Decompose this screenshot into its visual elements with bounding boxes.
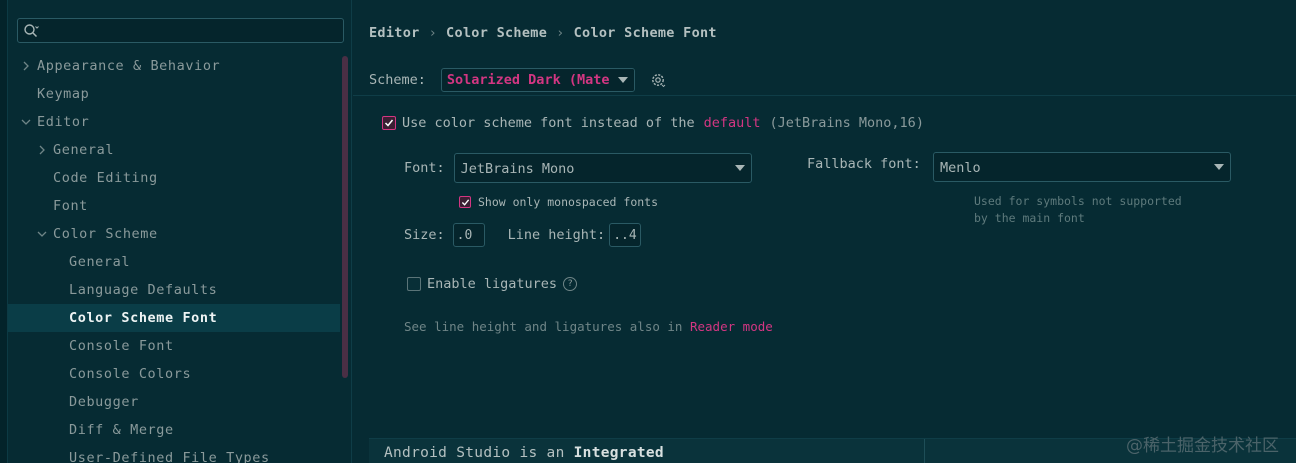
chevron-down-icon[interactable] [36, 220, 48, 248]
settings-sidebar: Appearance & Behavior Keymap Editor Gene… [8, 0, 352, 463]
monospaced-checkbox[interactable] [459, 196, 471, 208]
sidebar-item-diff-merge[interactable]: Diff & Merge [8, 416, 340, 444]
fallback-hint-line: Used for symbols not supported [974, 194, 1182, 208]
sidebar-item-label: Appearance & Behavior [37, 58, 221, 74]
scheme-label: Scheme: [369, 72, 426, 88]
sidebar-item-label: Code Editing [53, 170, 158, 186]
sidebar-item-user-defined-file-types[interactable]: User-Defined File Types [8, 444, 340, 463]
fallback-font-dropdown[interactable]: Menlo [933, 152, 1231, 182]
breadcrumb-separator-icon: › [428, 25, 438, 41]
sidebar-item-code-editing[interactable]: Code Editing [8, 164, 340, 192]
sidebar-item-label: Console Colors [69, 366, 192, 382]
size-row: Size: .0 Line height: ..4 [404, 223, 642, 247]
breadcrumb-item[interactable]: Color Scheme [446, 25, 547, 41]
font-value: JetBrains Mono [460, 161, 575, 177]
sidebar-item-label: Font [53, 198, 88, 214]
monospaced-row: Show only monospaced fonts [459, 193, 658, 211]
ligatures-row: Enable ligatures ? [407, 274, 578, 294]
fallback-hint-line: by the main font [974, 211, 1085, 225]
sidebar-item-label: General [53, 142, 115, 158]
sidebar-item-color-scheme[interactable]: Color Scheme [8, 220, 340, 248]
sidebar-item-label: Console Font [69, 338, 174, 354]
sidebar-item-appearance-behavior[interactable]: Appearance & Behavior [8, 52, 340, 80]
font-label: Font: [404, 160, 445, 176]
sidebar-item-keymap[interactable]: Keymap [8, 80, 340, 108]
breadcrumb: Editor › Color Scheme › Color Scheme Fon… [369, 22, 717, 44]
chevron-down-icon [734, 154, 745, 182]
sidebar-item-label: Keymap [37, 86, 90, 102]
search-input[interactable] [44, 21, 334, 40]
sidebar-item-label: General [69, 254, 131, 270]
watermark: @稀土掘金技术社区 [1126, 436, 1279, 456]
line-height-input[interactable]: ..4 [609, 223, 642, 247]
chevron-right-icon[interactable] [20, 52, 32, 80]
sidebar-item-editor-general[interactable]: General [8, 136, 340, 164]
sidebar-item-label: Diff & Merge [69, 422, 174, 438]
settings-tree: Appearance & Behavior Keymap Editor Gene… [8, 52, 340, 463]
default-font-info: (JetBrains Mono,16) [769, 115, 924, 131]
preview-text-bold: Integrated [573, 445, 664, 461]
reader-mode-hint: See line height and ligatures also in Re… [404, 319, 773, 334]
settings-content: Editor › Color Scheme › Color Scheme Fon… [353, 0, 1296, 463]
breadcrumb-item[interactable]: Editor [369, 25, 420, 41]
sidebar-item-label: Debugger [69, 394, 139, 410]
sidebar-item-color-scheme-font[interactable]: Color Scheme Font [8, 304, 340, 332]
sidebar-item-label: User-Defined File Types [69, 450, 270, 463]
fallback-font-label: Fallback font: [807, 156, 921, 172]
sidebar-scrollbar[interactable] [342, 56, 348, 378]
preview-text: Android Studio is an Integrated [384, 445, 664, 461]
chevron-right-icon[interactable] [36, 136, 48, 164]
font-dropdown[interactable]: JetBrains Mono [453, 153, 752, 183]
default-font-link[interactable]: default [704, 115, 761, 131]
sidebar-item-label: Editor [37, 114, 90, 130]
reader-mode-link[interactable]: Reader mode [690, 319, 773, 334]
sidebar-item-label: Color Scheme [53, 226, 158, 242]
header-divider [353, 95, 1296, 96]
sidebar-item-console-colors[interactable]: Console Colors [8, 360, 340, 388]
sidebar-item-label: Color Scheme Font [69, 310, 218, 326]
chevron-down-icon[interactable] [20, 108, 32, 136]
use-scheme-font-checkbox[interactable] [382, 116, 396, 130]
scheme-row: Scheme: Solarized Dark (Mate [369, 67, 667, 93]
sidebar-item-font[interactable]: Font [8, 192, 340, 220]
breadcrumb-separator-icon: › [556, 25, 565, 41]
fallback-font-value: Menlo [940, 160, 981, 176]
left-edge-strip [0, 0, 8, 463]
sidebar-item-color-scheme-general[interactable]: General [8, 248, 340, 276]
chevron-down-icon [611, 69, 634, 91]
use-scheme-font-label: Use color scheme font instead of the [402, 115, 695, 131]
size-input[interactable]: .0 [452, 223, 485, 247]
reader-mode-text: See line height and ligatures also in [404, 319, 683, 334]
sidebar-item-label: Language Defaults [69, 282, 218, 298]
scheme-value: Solarized Dark (Mate [446, 72, 610, 88]
ligatures-checkbox[interactable] [407, 277, 421, 291]
sidebar-item-console-font[interactable]: Console Font [8, 332, 340, 360]
sidebar-item-language-defaults[interactable]: Language Defaults [8, 276, 340, 304]
line-height-label: Line height: [507, 227, 606, 243]
size-label: Size: [404, 227, 445, 243]
scheme-dropdown[interactable]: Solarized Dark (Mate [440, 68, 635, 92]
chevron-down-icon [1214, 153, 1224, 181]
preview-divider [924, 439, 925, 463]
use-scheme-font-row: Use color scheme font instead of the def… [382, 112, 924, 134]
monospaced-label: Show only monospaced fonts [478, 195, 659, 209]
font-row: Font: JetBrains Mono [404, 153, 752, 183]
gear-icon[interactable] [649, 71, 667, 89]
preview-text-part: Android Studio is an [384, 445, 565, 461]
search-icon[interactable] [23, 23, 39, 39]
breadcrumb-item: Color Scheme Font [573, 25, 717, 41]
sidebar-item-editor[interactable]: Editor [8, 108, 340, 136]
sidebar-item-debugger[interactable]: Debugger [8, 388, 340, 416]
fallback-hint: Used for symbols not supported by the ma… [974, 193, 1204, 227]
help-icon[interactable]: ? [563, 277, 578, 291]
ligatures-label: Enable ligatures [427, 276, 558, 292]
search-box[interactable] [17, 18, 344, 43]
